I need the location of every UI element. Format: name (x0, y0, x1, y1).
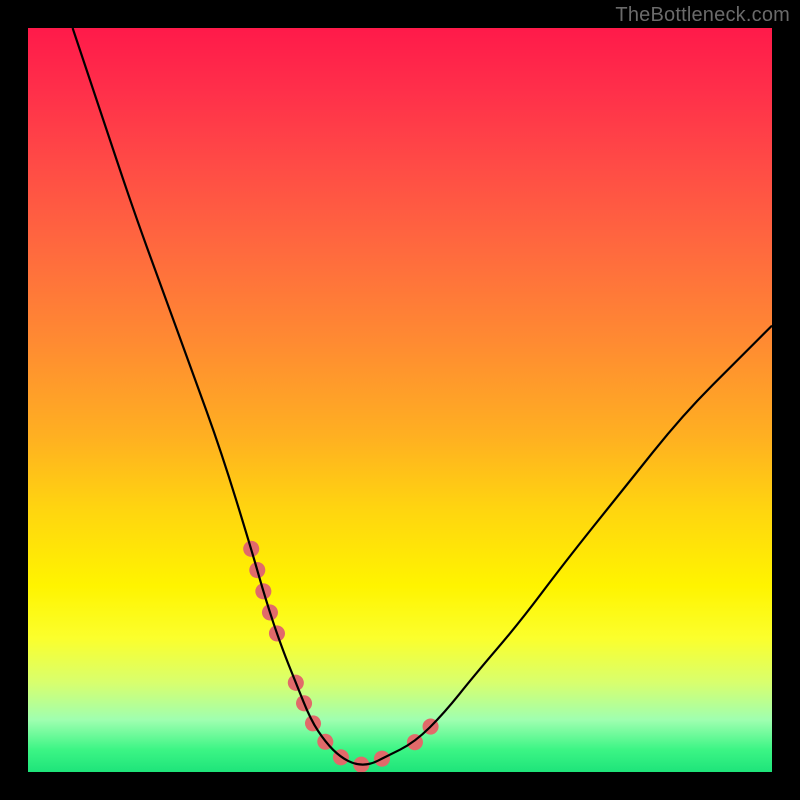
chart-frame: TheBottleneck.com (0, 0, 800, 800)
curve-layer (28, 28, 772, 772)
plot-area (28, 28, 772, 772)
watermark-text: TheBottleneck.com (615, 4, 790, 27)
highlight-segment (296, 683, 385, 765)
highlight-segments (251, 549, 444, 765)
bottleneck-curve (73, 28, 772, 765)
